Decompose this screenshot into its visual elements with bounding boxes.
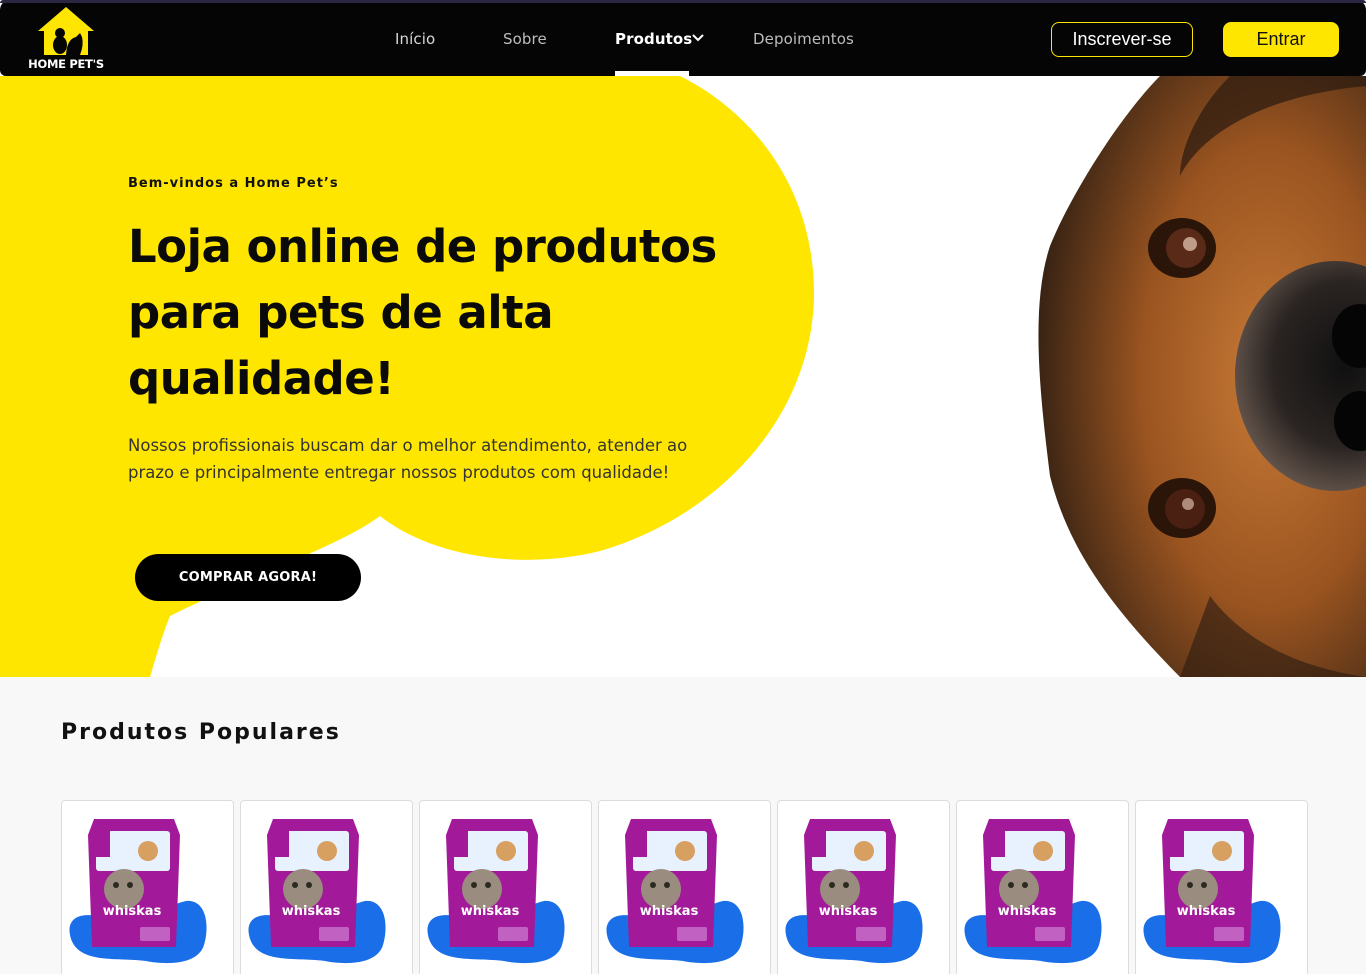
hero-headline: Loja online de produtos para pets de alt… bbox=[128, 214, 748, 412]
top-navbar: HOME PET'S Início Sobre Produtos Depoime… bbox=[0, 0, 1366, 76]
product-brand-label: whiskas bbox=[998, 904, 1057, 919]
product-brand-label: whiskas bbox=[640, 904, 699, 919]
hero-description: Nossos profissionais buscam dar o melhor… bbox=[128, 432, 728, 486]
product-card[interactable]: whiskas bbox=[1135, 800, 1308, 974]
popular-products-title: Produtos Populares bbox=[61, 720, 341, 745]
cat-food-package-image: whiskas bbox=[248, 819, 386, 964]
cat-food-package-image: whiskas bbox=[606, 819, 744, 964]
hero-section: Bem-vindos a Home Pet’s Loja online de p… bbox=[0, 76, 1366, 677]
cat-food-package-image: whiskas bbox=[69, 819, 207, 964]
description-line: prazo e principalmente entregar nossos p… bbox=[128, 463, 670, 482]
chevron-down-icon[interactable] bbox=[692, 33, 704, 43]
house-pet-logo-icon bbox=[38, 7, 94, 55]
headline-line: qualidade! bbox=[128, 352, 395, 405]
nav-link-inicio[interactable]: Início bbox=[395, 30, 435, 48]
product-card[interactable]: whiskas bbox=[598, 800, 771, 974]
cat-food-package-image: whiskas bbox=[1143, 819, 1281, 964]
product-brand-label: whiskas bbox=[461, 904, 520, 919]
product-card[interactable]: whiskas bbox=[419, 800, 592, 974]
description-line: Nossos profissionais buscam dar o melhor… bbox=[128, 436, 688, 455]
product-card[interactable]: whiskas bbox=[956, 800, 1129, 974]
brand-name: HOME PET'S bbox=[28, 57, 104, 71]
product-card[interactable]: whiskas bbox=[777, 800, 950, 974]
nav-link-produtos[interactable]: Produtos bbox=[615, 30, 692, 48]
product-brand-label: whiskas bbox=[819, 904, 878, 919]
product-brand-label: whiskas bbox=[1177, 904, 1236, 919]
login-button[interactable]: Entrar bbox=[1223, 22, 1339, 57]
hero-eyebrow: Bem-vindos a Home Pet’s bbox=[128, 176, 339, 191]
cat-food-package-image: whiskas bbox=[427, 819, 565, 964]
cat-food-package-image: whiskas bbox=[964, 819, 1102, 964]
active-nav-indicator bbox=[615, 71, 689, 76]
signup-button[interactable]: Inscrever-se bbox=[1051, 22, 1193, 57]
nav-link-depoimentos[interactable]: Depoimentos bbox=[753, 30, 854, 48]
product-card[interactable]: whiskas bbox=[61, 800, 234, 974]
product-card[interactable]: whiskas bbox=[240, 800, 413, 974]
product-brand-label: whiskas bbox=[282, 904, 341, 919]
buy-now-button[interactable]: COMPRAR AGORA! bbox=[135, 554, 361, 601]
cat-food-package-image: whiskas bbox=[785, 819, 923, 964]
home-pets-logo[interactable]: HOME PET'S bbox=[26, 5, 106, 73]
nav-link-sobre[interactable]: Sobre bbox=[503, 30, 547, 48]
headline-line: Loja online de produtos bbox=[128, 220, 717, 273]
product-brand-label: whiskas bbox=[103, 904, 162, 919]
headline-line: para pets de alta bbox=[128, 286, 554, 339]
dog-photo bbox=[1038, 76, 1366, 677]
